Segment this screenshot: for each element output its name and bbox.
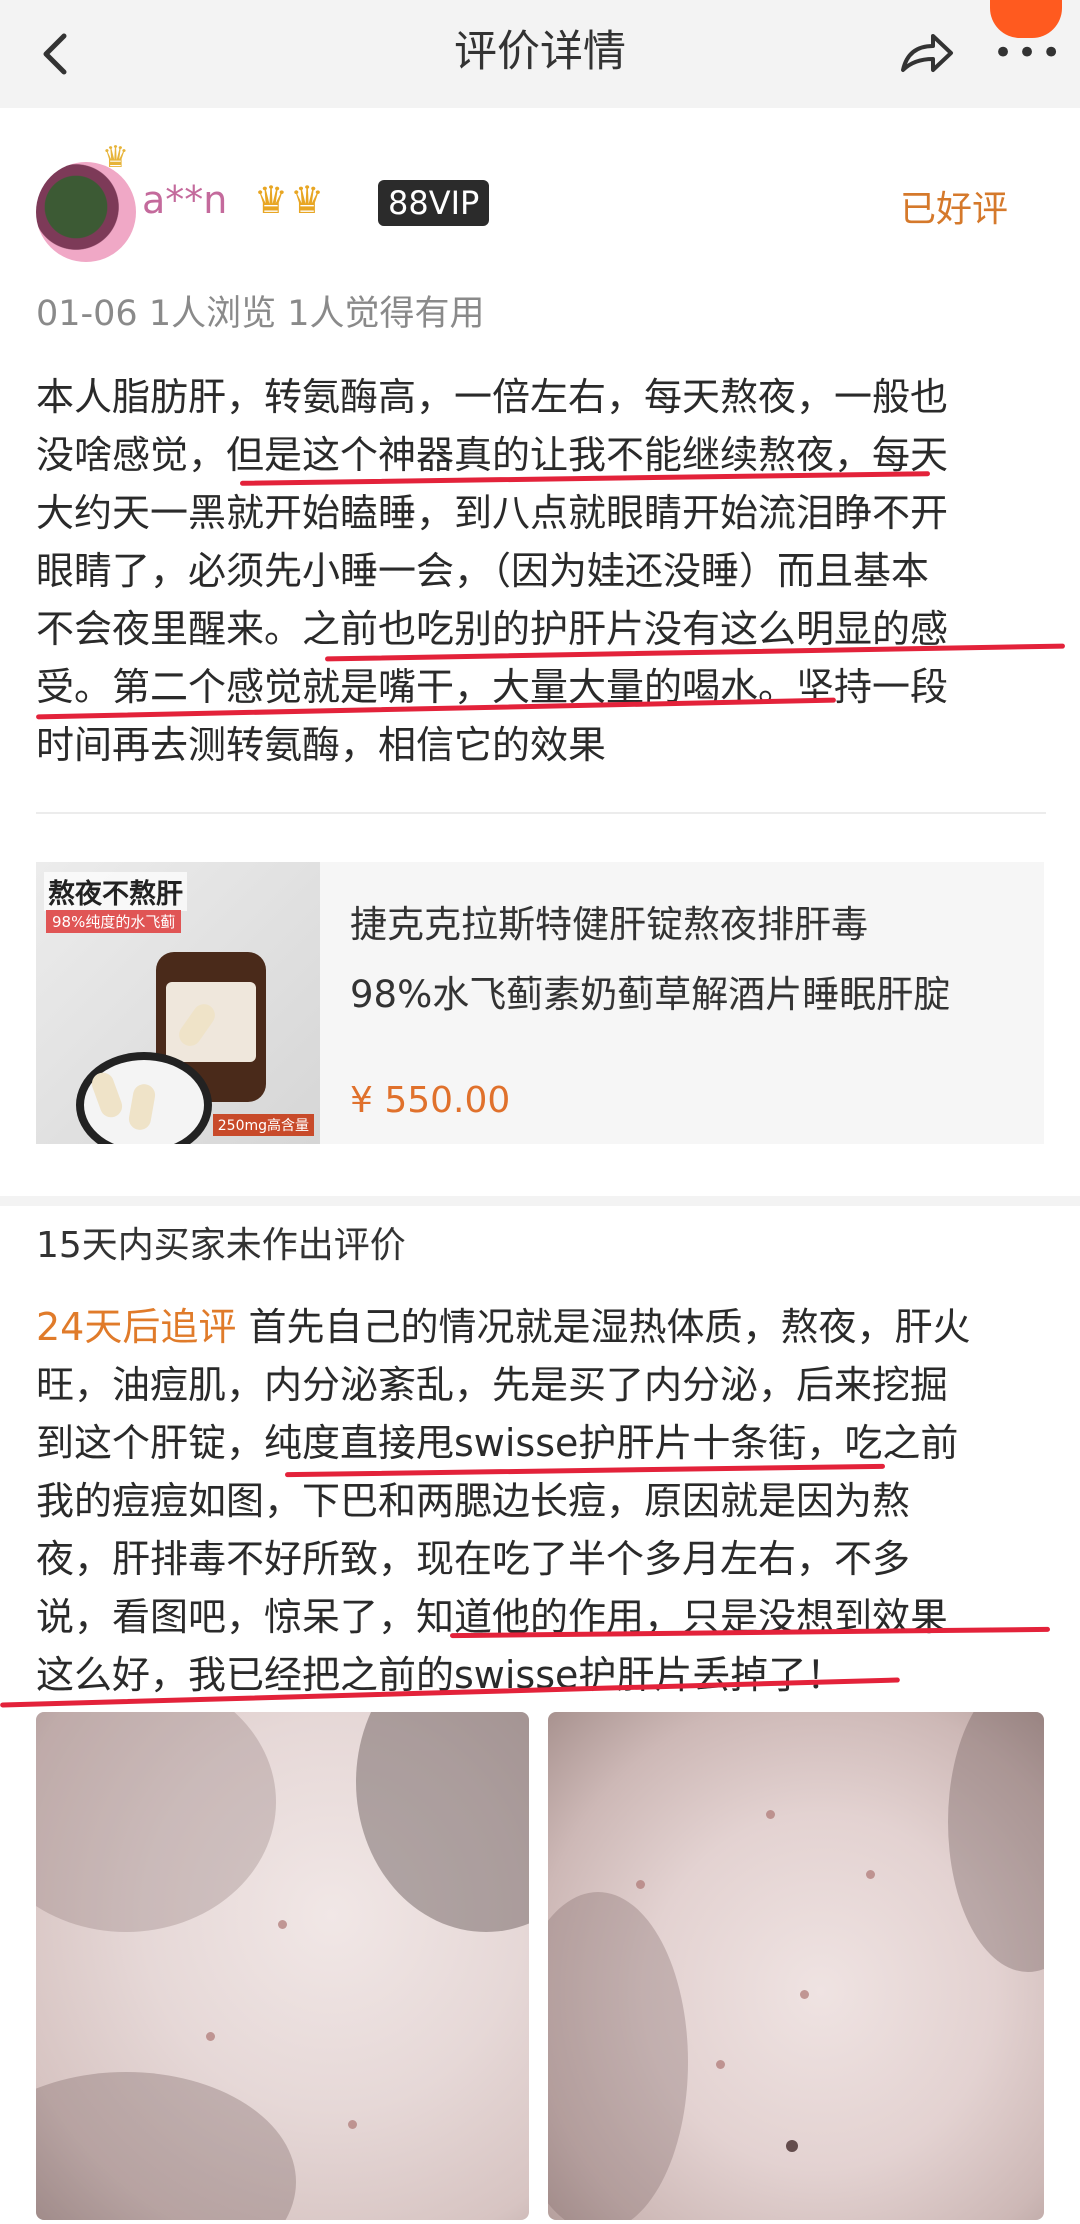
divider — [0, 1196, 1080, 1206]
skin-spot — [348, 2120, 357, 2129]
followup-line: 这么好，我已经把之前的swisse护肝片丢掉了！ — [36, 1653, 845, 1697]
followup-first-line: 24天后追评 首先自己的情况就是湿热体质，熬夜，肝火 — [36, 1298, 1046, 1356]
skin-shadow — [948, 1712, 1044, 1972]
no-review-note: 15天内买家未作出评价 — [36, 1225, 406, 1266]
followup-tag: 24天后追评 — [36, 1305, 237, 1349]
skin-shadow — [356, 1712, 529, 1932]
share-icon[interactable] — [895, 26, 957, 82]
thumbnail-subtitle: 98%纯度的水飞蓟 — [46, 910, 182, 933]
skin-photo-2[interactable] — [548, 1712, 1044, 2220]
product-card[interactable]: 熬夜不熬肝 98%纯度的水飞蓟 250mg高含量 捷克克拉斯特健肝锭熬夜排肝毒 … — [36, 862, 1044, 1144]
followup-line: 旺，油痘肌，内分泌紊乱，先是买了内分泌，后来挖掘 — [36, 1363, 949, 1407]
more-options-icon[interactable]: ••• — [993, 36, 1065, 70]
review-line: 时间再去测转氨酶，相信它的效果 — [36, 723, 607, 767]
crown-badges-icon: ♛♛ — [254, 178, 327, 222]
skin-spot — [636, 1880, 645, 1889]
divider — [36, 812, 1046, 814]
skin-photo-1[interactable] — [36, 1712, 529, 2220]
skin-shadow — [548, 1892, 688, 2220]
review-line: 本人脂肪肝，转氨酶高，一倍左右，每天熬夜，一般也 — [36, 375, 949, 419]
review-status: 已好评 — [900, 189, 1009, 230]
skin-shadow — [36, 2072, 296, 2220]
skin-spot — [786, 2140, 798, 2152]
followup-text: 首先自己的情况就是湿热体质，熬夜，肝火 — [236, 1305, 971, 1349]
skin-spot — [766, 1810, 775, 1819]
product-name-line: 98%水飞蓟素奶蓟草解酒片睡眠肝腚 — [350, 973, 951, 1016]
username[interactable]: a**n — [142, 178, 227, 222]
followup-line: 我的痘痘如图，下巴和两腮边长痘，原因就是因为熬 — [36, 1479, 911, 1523]
avatar-crown-icon: ♛ — [102, 140, 129, 175]
product-price: ¥ 550.00 — [350, 1080, 511, 1121]
product-name[interactable]: 捷克克拉斯特健肝锭熬夜排肝毒 98%水飞蓟素奶蓟草解酒片睡眠肝腚 — [350, 890, 1030, 1030]
review-line: 大约天一黑就开始瞌睡，到八点就眼睛开始流泪睁不开 — [36, 491, 949, 535]
skin-spot — [206, 2032, 215, 2041]
followup-line: 到这个肝锭，纯度直接甩swisse护肝片十条街，吃之前 — [36, 1421, 959, 1465]
vip-badge: 88VIP — [378, 180, 490, 226]
review-line: 眼睛了，必须先小睡一会，（因为娃还没睡）而且基本 — [36, 549, 930, 593]
skin-spot — [716, 2060, 725, 2069]
followup-line: 夜，肝排毒不好所致，现在吃了半个多月左右，不多 — [36, 1537, 911, 1581]
followup-body: 24天后追评 首先自己的情况就是湿热体质，熬夜，肝火 旺，油痘肌，内分泌紊乱，先… — [36, 1298, 1046, 1704]
top-bar: 评价详情 ••• — [0, 0, 1080, 108]
product-thumbnail[interactable]: 熬夜不熬肝 98%纯度的水飞蓟 250mg高含量 — [36, 862, 320, 1144]
product-name-line: 捷克克拉斯特健肝锭熬夜排肝毒 — [350, 903, 868, 946]
followup-line: 说，看图吧，惊呆了，知道他的作用，只是没想到效果 — [36, 1595, 949, 1639]
review-meta: 01-06 1人浏览 1人觉得有用 — [36, 294, 485, 334]
skin-spot — [800, 1990, 809, 1999]
skin-spot — [278, 1920, 287, 1929]
skin-spot — [866, 1870, 875, 1879]
skin-shadow — [36, 1712, 276, 1932]
thumbnail-tag: 250mg高含量 — [212, 1114, 314, 1136]
avatar[interactable] — [36, 162, 136, 262]
thumbnail-slogan: 熬夜不熬肝 — [44, 872, 187, 911]
